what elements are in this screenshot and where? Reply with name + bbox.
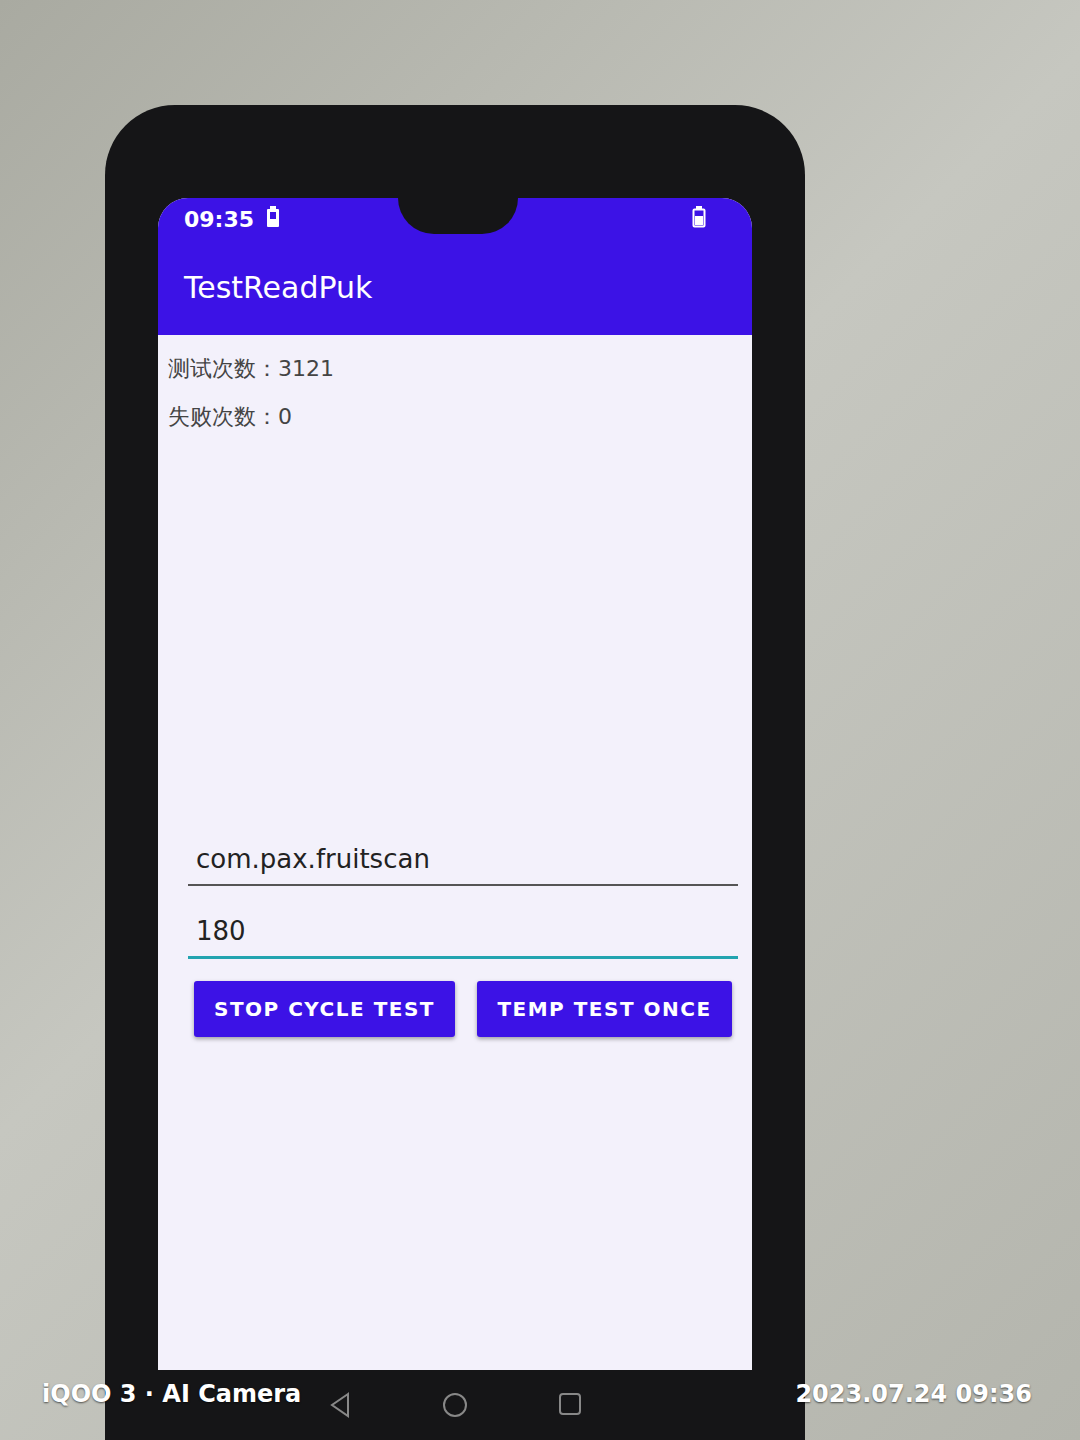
camera-notch bbox=[398, 198, 518, 234]
text-field[interactable]: 180 bbox=[188, 908, 738, 959]
home-icon[interactable] bbox=[442, 1392, 468, 1422]
button-row: STOP CYCLE TEST TEMP TEST ONCE bbox=[194, 981, 732, 1037]
status-left: 09:35 bbox=[184, 206, 280, 233]
battery-icon bbox=[692, 206, 706, 233]
recents-icon[interactable] bbox=[558, 1392, 582, 1422]
screen: 09:35TestReadPuk测试次数：3121失败次数：0com.pax.f… bbox=[158, 198, 752, 1370]
stat-label: 测试次数： bbox=[168, 356, 278, 381]
app-bar: TestReadPuk bbox=[158, 240, 752, 335]
action-button[interactable]: STOP CYCLE TEST bbox=[194, 981, 455, 1037]
status-time: 09:35 bbox=[184, 207, 254, 232]
watermark-datetime: 2023.07.24 09:36 bbox=[795, 1380, 1032, 1408]
content: 测试次数：3121失败次数：0com.pax.fruitscan180STOP … bbox=[158, 335, 752, 1370]
phone: 09:35TestReadPuk测试次数：3121失败次数：0com.pax.f… bbox=[105, 105, 805, 1440]
watermark-camera: iQOO 3 · AI Camera bbox=[42, 1380, 301, 1408]
status-bar: 09:35 bbox=[158, 198, 752, 240]
stat-value: 3121 bbox=[278, 356, 334, 381]
stat-label: 失败次数： bbox=[168, 404, 278, 429]
stat-row: 测试次数：3121 bbox=[168, 345, 752, 393]
spacer bbox=[168, 441, 752, 836]
back-icon[interactable] bbox=[328, 1392, 352, 1422]
camera-watermark: iQOO 3 · AI Camera 2023.07.24 09:36 bbox=[42, 1380, 1032, 1408]
field-value[interactable]: com.pax.fruitscan bbox=[196, 844, 430, 874]
action-button[interactable]: TEMP TEST ONCE bbox=[477, 981, 732, 1037]
field-value[interactable]: 180 bbox=[196, 916, 246, 946]
app-title: TestReadPuk bbox=[184, 270, 372, 305]
stat-value: 0 bbox=[278, 404, 292, 429]
text-field[interactable]: com.pax.fruitscan bbox=[188, 836, 738, 886]
stat-row: 失败次数：0 bbox=[168, 393, 752, 441]
battery-icon bbox=[266, 206, 280, 233]
